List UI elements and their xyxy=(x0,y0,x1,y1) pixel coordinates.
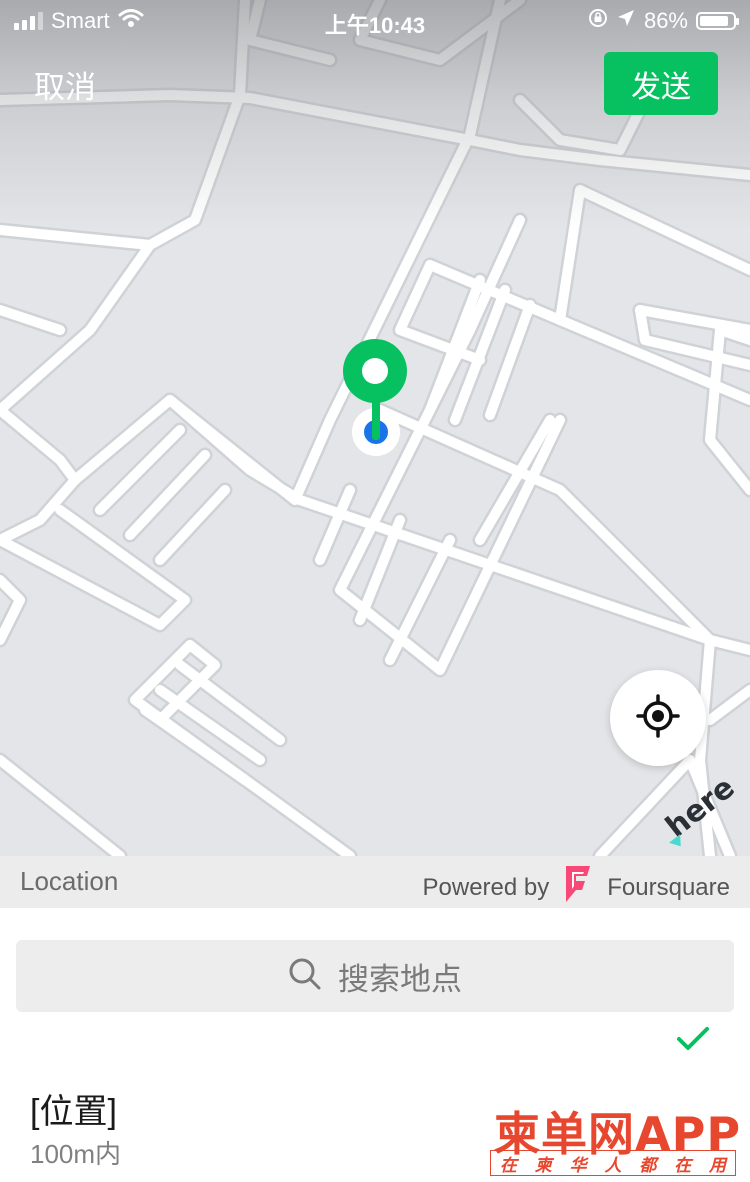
location-arrow-icon xyxy=(616,8,636,34)
checkmark-icon xyxy=(676,1026,710,1057)
watermark-char: 在 xyxy=(674,1155,692,1175)
attribution-bar: Location Powered by Foursquare xyxy=(0,856,750,908)
watermark-logo: 柬单网APP 在 柬 华 人 都 在 用 xyxy=(490,1098,740,1178)
locate-me-button[interactable] xyxy=(610,670,706,766)
rotation-lock-icon xyxy=(588,8,608,34)
battery-percent: 86% xyxy=(643,8,688,33)
watermark-char: 都 xyxy=(639,1155,657,1175)
foursquare-icon xyxy=(563,864,593,911)
search-input[interactable]: 搜索地点 xyxy=(16,940,734,1012)
result-title: [位置] xyxy=(30,1093,117,1131)
watermark-char: 柬 xyxy=(534,1155,552,1175)
powered-by-text: Powered by xyxy=(422,873,550,901)
watermark-char: 华 xyxy=(569,1155,587,1175)
watermark-char: 在 xyxy=(499,1155,517,1175)
map-pin-icon xyxy=(338,338,414,465)
watermark-char: 用 xyxy=(708,1155,726,1175)
powered-by: Powered by Foursquare xyxy=(423,864,730,911)
send-button[interactable]: 发送 xyxy=(604,52,718,115)
search-icon xyxy=(288,957,322,996)
section-label: Location xyxy=(20,866,119,896)
status-bar: Smart 上午10:43 86% xyxy=(0,0,750,44)
watermark-slogan: 在 柬 华 人 都 在 用 xyxy=(490,1150,736,1176)
provider-name: Foursquare xyxy=(607,873,730,901)
location-picker-screen: here Smart 上午10:43 86% 取消 发送 Location Po… xyxy=(0,0,750,1182)
watermark-char: 人 xyxy=(604,1155,622,1175)
result-subtitle: 100m内 xyxy=(30,1139,122,1169)
locate-me-icon xyxy=(636,693,680,743)
search-placeholder: 搜索地点 xyxy=(338,961,462,997)
battery-icon xyxy=(696,12,739,30)
cancel-button[interactable]: 取消 xyxy=(34,62,96,107)
map-view[interactable]: here xyxy=(0,0,750,856)
